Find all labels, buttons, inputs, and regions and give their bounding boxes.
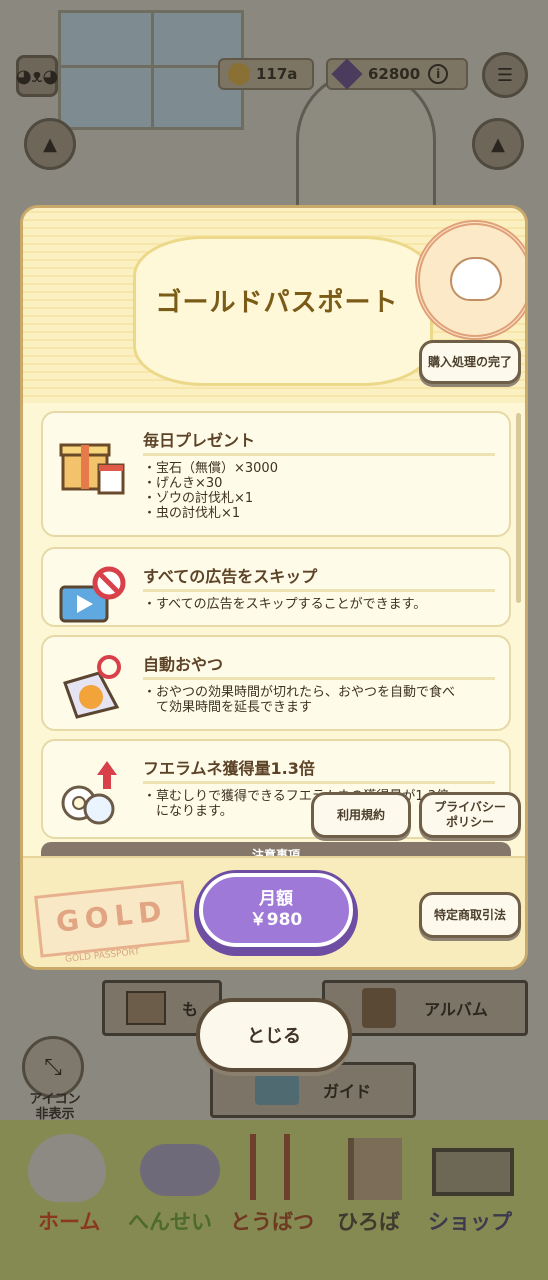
profile-icon-button[interactable]: ◕ᴥ◕ [16,55,58,97]
card-body: ・すべての広告をスキップすることができます。 [143,597,427,612]
fork-weapon-icon [250,1134,290,1200]
shop-building-icon [432,1148,514,1196]
box-icon [125,991,166,1025]
divider [143,677,495,680]
info-icon[interactable]: i [428,64,449,84]
coin-counter[interactable]: 117a [218,58,314,90]
terms-button[interactable]: 利用規約 [311,792,411,838]
guide-icon [254,1075,299,1105]
bear-stamp-icon [415,220,525,340]
list-item: 毎日プレゼント ・宝石（無償）×3000 ・げんき×30 ・ゾウの討伐札×1 ・… [41,411,511,537]
nav-team[interactable]: へんせい [128,1206,212,1236]
album-button[interactable]: アルバム [322,980,528,1036]
card-title: 自動おやつ [143,655,224,674]
signpost-icon [348,1138,402,1200]
card-title: すべての広告をスキップ [143,567,318,586]
list-item: 自動おやつ ・おやつの効果時間が切れたら、おやつを自動で食べ て効果時間を延長で… [41,635,511,731]
auto-snack-icon [59,653,127,721]
scroll-up-left-button[interactable]: ▲ [24,118,76,170]
nav-battle[interactable]: とうばつ [230,1206,314,1236]
room-window [58,10,244,130]
team-cats-icon [140,1144,220,1196]
close-button[interactable]: とじる [196,998,352,1072]
nav-shop[interactable]: ショップ [428,1206,512,1236]
scroll-up-right-button[interactable]: ▲ [472,118,524,170]
hide-icon-button[interactable]: ⤡ [22,1036,84,1098]
scrollbar[interactable] [516,413,521,603]
benefit-list[interactable]: 毎日プレゼント ・宝石（無償）×3000 ・げんき×30 ・ゾウの討伐札×1 ・… [41,411,511,856]
expand-arrows-icon: ⤡ [44,1054,62,1080]
divider [143,589,495,592]
gem-count: 62800 [368,65,421,83]
purchase-restore-button[interactable]: 購入処理の完了 [419,340,521,384]
mail-label: も [181,1000,198,1019]
guide-label: ガイド [322,1082,371,1101]
list-menu-icon: ☰ [496,64,514,86]
dialog-header: ゴールドパスポート 購入処理の完了 [23,208,525,403]
bear-face-icon [450,257,502,301]
ad-skip-icon [59,565,127,633]
price-period: 月額 [259,889,293,909]
card-body: ・宝石（無償）×3000 ・げんき×30 ・ゾウの討伐札×1 ・虫の討伐札×1 [143,461,278,521]
coin-icon [228,63,250,85]
card-title: フエラムネ獲得量1.3倍 [143,759,315,778]
nav-home[interactable]: ホーム [38,1206,100,1236]
album-label: アルバム [424,1000,488,1019]
privacy-policy-button[interactable]: プライバシー ポリシー [419,792,521,838]
hide-icon-label: アイコン 非表示 [29,1092,81,1122]
triangle-up-icon: ▲ [43,133,57,155]
coin-count: 117a [256,65,298,83]
album-icon [362,988,397,1028]
cat-face-icon: ◕ᴥ◕ [15,65,59,87]
menu-button[interactable]: ☰ [482,52,528,98]
subscribe-button[interactable]: 月額 ￥980 [199,873,353,947]
card-title: 毎日プレゼント [143,431,256,450]
gift-calendar-icon [59,429,127,497]
price-amount: ￥980 [249,910,303,930]
gold-passport-dialog: ゴールドパスポート 購入処理の完了 毎日プレゼント ・宝石（無償）×3000 ・… [20,205,528,970]
bottom-navigation: ホーム へんせい とうばつ ひろば ショップ [0,1120,548,1280]
home-character-icon [28,1134,106,1202]
nav-plaza[interactable]: ひろば [337,1206,400,1236]
divider [143,453,495,456]
divider [143,781,495,784]
commerce-law-button[interactable]: 特定商取引法 [419,892,521,938]
ramune-boost-icon [59,757,127,825]
triangle-up-icon: ▲ [491,133,505,155]
list-item: すべての広告をスキップ ・すべての広告をスキップすることができます。 [41,547,511,627]
card-body: ・おやつの効果時間が切れたら、おやつを自動で食べ て効果時間を延長できます [143,685,456,715]
gem-icon [331,58,363,90]
gem-counter[interactable]: 62800 i [326,58,468,90]
